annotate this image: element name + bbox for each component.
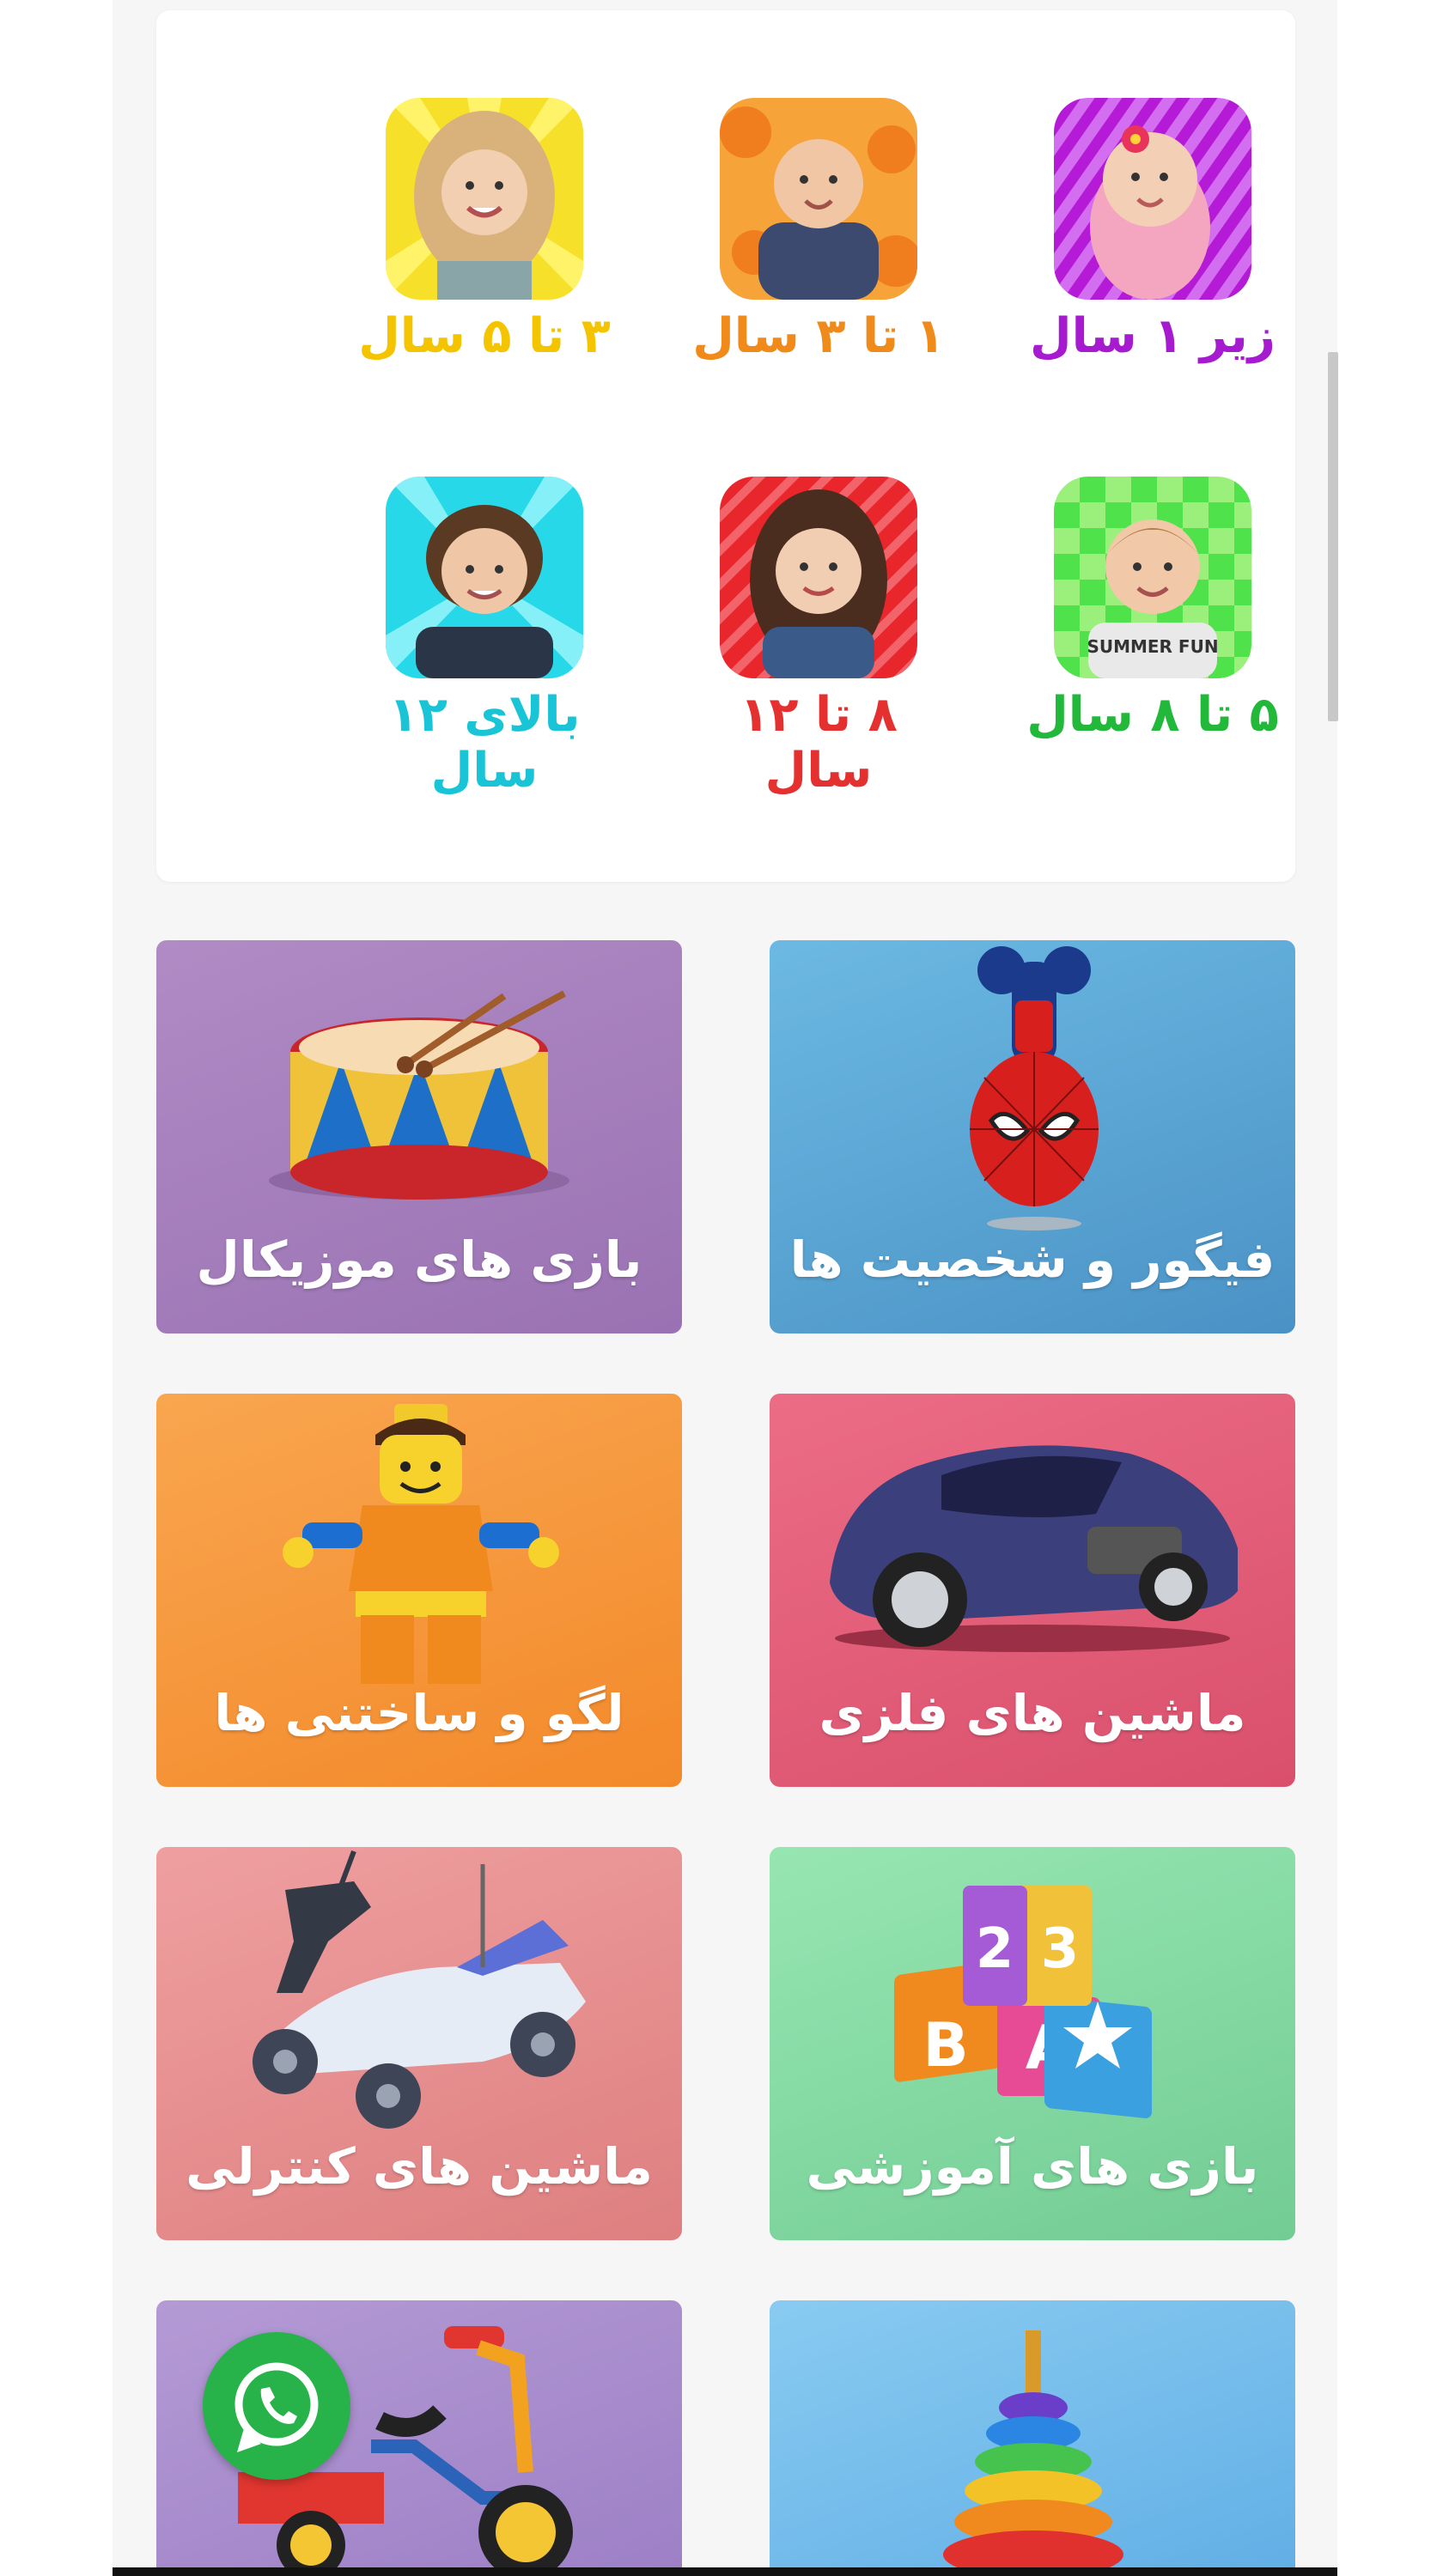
category-label: فیگور و شخصیت ها: [789, 1230, 1275, 1289]
category-musical[interactable]: بازی های موزیکال: [156, 940, 682, 1334]
category-educational[interactable]: B A 2 3 بازی های آموزشی: [770, 1847, 1295, 2240]
scrollbar[interactable]: [1328, 352, 1338, 721]
category-figures[interactable]: فیگور و شخصیت ها: [770, 940, 1295, 1334]
whatsapp-button[interactable]: [203, 2332, 350, 2480]
age-item-3-5[interactable]: ۳ تا ۵ سال: [347, 98, 622, 373]
svg-text:3: 3: [1041, 1917, 1080, 1981]
age-label: ۸ تا ۱۲ سال: [740, 687, 898, 799]
teen-boy-photo: [386, 477, 583, 678]
age-item-1-3[interactable]: ۱ تا ۳ سال: [681, 98, 956, 373]
age-label: بالای ۱۲ سال: [388, 687, 581, 799]
category-metal-cars[interactable]: ماشین های فلزی: [770, 1394, 1295, 1787]
age-label: ۵ تا ۸ سال: [1026, 687, 1279, 743]
boy-photo: SUMMER FUN: [1054, 477, 1251, 678]
whatsapp-icon: [234, 2362, 319, 2452]
category-label: ماشین های کنترلی: [186, 2137, 653, 2196]
curly-girl-photo: [386, 98, 583, 300]
age-item-8-12[interactable]: ۸ تا ۱۲ سال: [681, 477, 956, 799]
toddler-boy-photo: [720, 98, 917, 300]
category-label: بازی های آموزشی: [806, 2137, 1259, 2196]
category-baby-toys[interactable]: [770, 2300, 1295, 2567]
category-lego[interactable]: لگو و ساختنی ها: [156, 1394, 682, 1787]
category-label: بازی های موزیکال: [196, 1230, 642, 1289]
age-label: ۱ تا ۳ سال: [692, 308, 945, 364]
svg-text:B: B: [922, 2010, 968, 2081]
stacking-rings-icon: [943, 2330, 1123, 2567]
category-label: ماشین های فلزی: [819, 1684, 1246, 1742]
age-label: زیر ۱ سال: [1030, 308, 1275, 364]
girl-photo: [720, 477, 917, 678]
age-item-over-12[interactable]: بالای ۱۲ سال: [347, 477, 622, 799]
bottom-edge: [113, 2567, 1337, 2576]
age-label: ۳ تا ۵ سال: [358, 308, 611, 364]
age-item-under-1[interactable]: زیر ۱ سال: [1015, 98, 1290, 373]
svg-text:2: 2: [976, 1917, 1014, 1981]
svg-text:SUMMER FUN: SUMMER FUN: [1087, 636, 1218, 657]
age-group-card: زیر ۱ سال ۱ تا ۳ سال ۳ تا ۵ سال SUMMER F…: [156, 10, 1295, 882]
category-label: لگو و ساختنی ها: [214, 1684, 624, 1742]
category-rc-cars[interactable]: ماشین های کنترلی: [156, 1847, 682, 2240]
age-item-5-8[interactable]: SUMMER FUN ۵ تا ۸ سال: [1015, 477, 1290, 751]
baby-girl-photo: [1054, 98, 1251, 300]
